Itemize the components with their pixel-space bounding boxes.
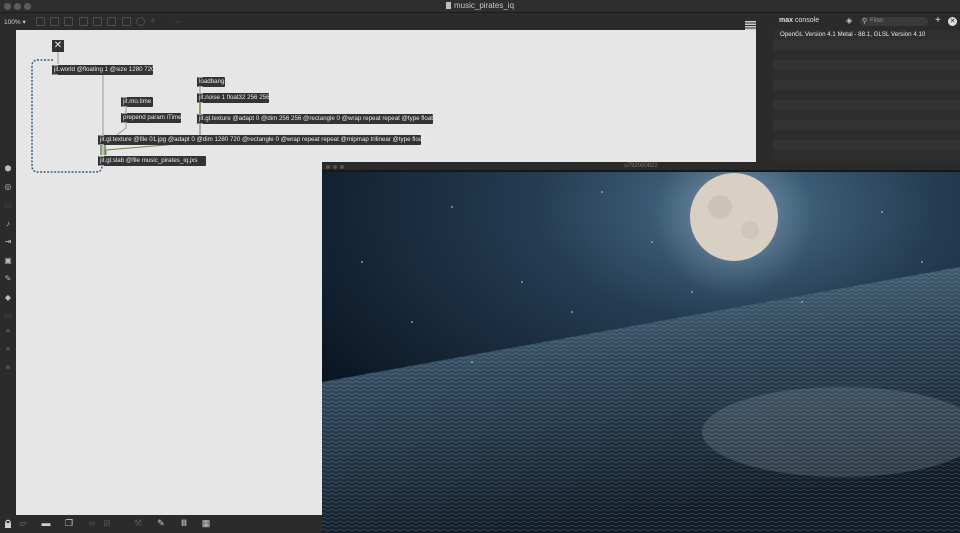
console-row xyxy=(773,140,960,150)
console-row xyxy=(773,40,960,50)
console-title-rest: console xyxy=(793,17,820,24)
diamond-icon[interactable]: ◈ xyxy=(846,16,852,25)
document-icon xyxy=(445,2,451,9)
dial-object-icon[interactable] xyxy=(136,17,145,26)
console-title-bold: max xyxy=(779,17,794,24)
new-message-icon[interactable] xyxy=(50,17,59,26)
clip-icon[interactable]: ▭ xyxy=(4,312,12,320)
render-zoom-button[interactable] xyxy=(340,165,344,169)
object-jit-world[interactable]: jit.world @floating 1 @size 1280 720 xyxy=(52,65,155,75)
paperclip-icon[interactable]: ✎ xyxy=(4,275,12,283)
debug-icon[interactable]: ⚒ xyxy=(133,519,143,528)
object-jit-gl-texture-file[interactable]: jit.gl.texture @file 01.jpg @adapt 0 @di… xyxy=(98,135,431,145)
new-object-icon[interactable] xyxy=(36,17,45,26)
help-icon[interactable]: ● xyxy=(4,345,12,353)
moon xyxy=(690,173,778,261)
console-row xyxy=(773,60,960,70)
presentation-icon[interactable]: ▭ xyxy=(4,202,12,210)
patcher-toolbar: 100% ▾ + ⇔ xyxy=(0,13,773,30)
console-title: max console xyxy=(779,17,819,24)
selection-loop xyxy=(31,59,103,173)
window-titlebar: music_pirates_iq xyxy=(0,0,960,13)
add-icon[interactable]: + xyxy=(935,15,941,26)
console-row xyxy=(773,100,960,110)
console-header: max console ◈ ⚲ Filter + ✕ xyxy=(773,13,960,30)
image-icon[interactable]: ▣ xyxy=(4,257,12,265)
inspector-icon[interactable]: ● xyxy=(4,327,12,335)
console-filter-input[interactable]: ⚲ Filter xyxy=(860,17,928,26)
render-window-titlebar: u792000822 xyxy=(322,162,960,171)
windows-icon[interactable]: ❐ xyxy=(64,519,74,528)
number-object-icon[interactable] xyxy=(107,17,116,26)
zoom-menu[interactable]: 100% ▾ xyxy=(4,18,26,26)
add-icon[interactable]: + xyxy=(150,17,159,27)
window-title: music_pirates_iq xyxy=(0,1,960,10)
object-jit-gl-slab[interactable]: jit.gl.slab @file music_pirates_iq.jxs xyxy=(98,156,206,166)
render-window-title: u792000822 xyxy=(624,163,658,169)
search-icon: ⚲ xyxy=(862,18,868,25)
object-jit-mo-time[interactable]: jit.mo.time xyxy=(121,97,153,107)
snippet-icon[interactable]: ◆ xyxy=(4,294,12,302)
render-output-image xyxy=(322,172,960,533)
package-icon[interactable]: ⬢ xyxy=(4,165,12,173)
comment-icon[interactable] xyxy=(64,17,73,26)
filter-placeholder: Filter xyxy=(870,18,884,24)
comment-bubble-icon[interactable]: ▬ xyxy=(41,519,51,528)
mixer-icon[interactable]: Ⅲ xyxy=(179,519,189,528)
console-row xyxy=(773,80,960,90)
presentation-mode-icon[interactable]: ▱ xyxy=(18,519,28,528)
button-object-icon[interactable] xyxy=(79,17,88,26)
star-icon[interactable]: ★ xyxy=(4,364,12,372)
render-close-button[interactable] xyxy=(326,165,330,169)
render-minimize-button[interactable] xyxy=(333,165,337,169)
window-title-text: music_pirates_iq xyxy=(453,1,515,10)
target-icon[interactable]: ◎ xyxy=(4,183,12,191)
grid-icon[interactable]: ⊞ xyxy=(102,519,112,528)
clear-console-icon[interactable]: ✕ xyxy=(948,17,957,26)
left-toolbar: ⬢ ◎ ▭ ♪ ⇥ ▣ ✎ ◆ ▭ ● ● ★ xyxy=(0,30,16,515)
sequence-icon[interactable]: ⇥ xyxy=(4,238,12,246)
zoom-level: 100% xyxy=(4,19,21,26)
console-row xyxy=(773,120,960,130)
keyboard-icon[interactable]: ▦ xyxy=(201,519,211,528)
object-jit-noise[interactable]: jit.noise 1 float32 256 256 xyxy=(197,93,270,103)
close-message-button[interactable]: ✕ xyxy=(52,40,64,52)
object-jit-gl-texture-noise[interactable]: jit.gl.texture @adapt 0 @dim 256 256 @re… xyxy=(197,114,440,124)
share-icon[interactable]: ⇔ xyxy=(173,17,182,26)
render-window[interactable]: u792000822 xyxy=(322,162,960,533)
music-note-icon[interactable]: ♪ xyxy=(4,220,12,228)
toggle-object-icon[interactable] xyxy=(93,17,102,26)
lock-icon[interactable] xyxy=(3,519,13,528)
object-prepend-param[interactable]: prepend param iTime xyxy=(121,113,182,123)
chevron-down-icon: ▾ xyxy=(22,19,26,26)
console-message[interactable]: OpenGL Version 4.1 Metal - 88.1, GLSL Ve… xyxy=(780,31,925,38)
link-icon[interactable]: ∞ xyxy=(87,519,97,528)
wrench-icon[interactable]: ✎ xyxy=(156,519,166,528)
object-loadbang[interactable]: loadbang xyxy=(197,77,225,87)
console-toggle-icon[interactable] xyxy=(745,17,756,30)
slider-object-icon[interactable] xyxy=(122,17,131,26)
